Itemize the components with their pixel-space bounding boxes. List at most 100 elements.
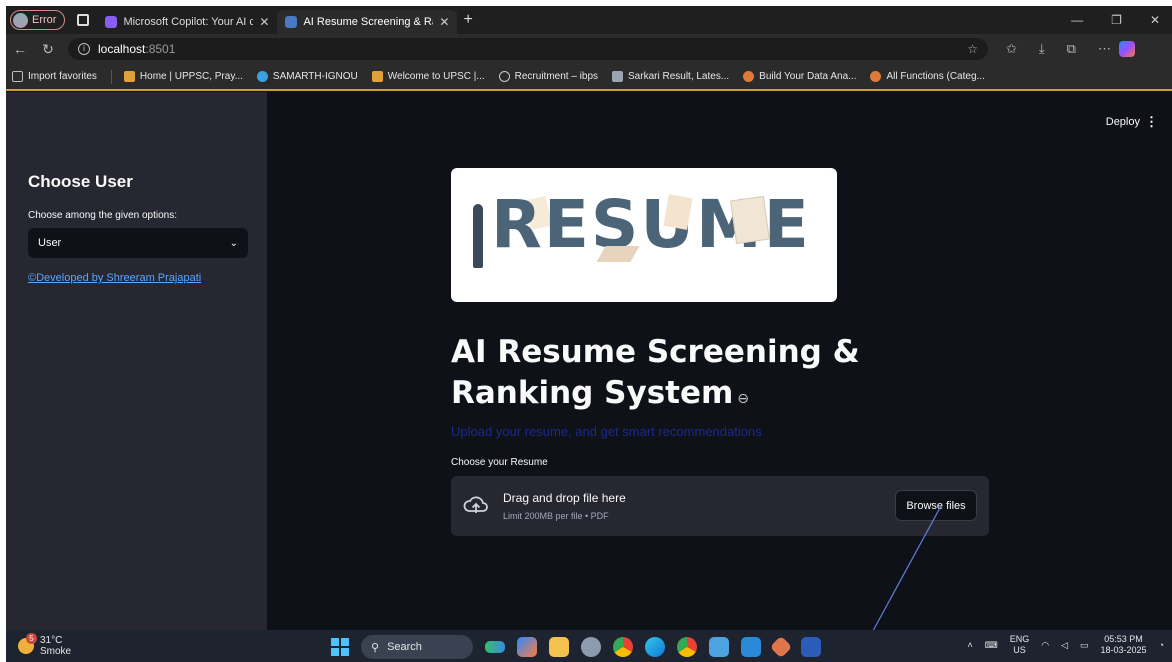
upload-label: Choose your Resume [451,457,548,468]
tab-title: AI Resume Screening & Ranking S [303,16,433,28]
dropzone-instruction: Drag and drop file here [503,491,626,505]
lang-code: ENG [1009,634,1030,644]
resume-banner-image: RESUME [451,168,837,302]
keyboard-icon[interactable]: ⌨ [985,640,998,651]
favorite-data-analyst[interactable]: Build Your Data Ana... [743,71,856,82]
streamlit-app: Choose User Choose among the given optio… [6,92,1172,630]
profile-button[interactable]: Error [10,10,66,30]
window-controls: — ❐ ✕ [1071,13,1172,27]
weather-text: 31°C Smoke [40,635,71,657]
language-indicator[interactable]: ENG US [1010,634,1030,656]
windows-start-icon[interactable] [331,638,349,656]
time: 05:53 PM [1104,634,1143,644]
user-select[interactable]: User ⌄ [28,228,248,258]
search-icon: ⚲ [371,641,380,654]
search-label: Search [387,641,422,653]
copilot-icon[interactable] [1118,41,1135,57]
flower-icon [743,71,755,82]
sidebar-title: Choose User [28,172,133,191]
favorite-star-icon[interactable]: ☆ [967,42,978,56]
copilot-app-icon[interactable] [517,637,537,657]
git-icon[interactable] [769,635,793,659]
link-anchor-icon[interactable]: ⊖ [737,391,749,407]
downloads-icon[interactable]: ⤓ [1039,41,1045,57]
favorite-label: Import favorites [28,71,97,82]
region-code: US [1013,645,1026,655]
favorite-ibps[interactable]: Recruitment – ibps [498,71,599,82]
edge-icon[interactable] [645,637,665,657]
chrome-profile-icon[interactable] [677,637,697,657]
chevron-up-icon[interactable]: ˄ [967,640,972,650]
settings-icon[interactable] [581,637,601,657]
divider [110,69,112,84]
upsc-icon [371,71,383,82]
page-title-text: AI Resume Screening & Ranking System [451,334,860,411]
address-bar-row: ← ↻ i localhost:8501 ☆ ✩ ⤓ ⧉ ⋯ [6,34,1172,64]
chrome-icon[interactable] [613,637,633,657]
tab-copilot[interactable]: Microsoft Copilot: Your AI compa ✕ [97,10,277,34]
tab-title: Microsoft Copilot: Your AI compa [123,16,254,28]
favorite-upsc[interactable]: Welcome to UPSC |... [371,71,485,82]
clock[interactable]: 05:53 PM 18-03-2025 [1101,634,1147,656]
person-graphic [473,204,483,268]
favorite-functions[interactable]: All Functions (Categ... [870,71,985,82]
browse-files-button[interactable]: Browse files [895,490,977,521]
favorite-label: SAMARTH-IGNOU [272,71,358,82]
weather-widget[interactable]: 5 31°C Smoke [18,633,71,657]
wifi-icon[interactable]: ◠ [1041,640,1049,651]
screen: Error Microsoft Copilot: Your AI compa ✕… [6,6,1172,662]
favorite-sarkari[interactable]: Sarkari Result, Lates... [612,71,729,82]
uppsc-icon [123,71,135,82]
notification-bell-icon[interactable]: ◔ [1159,640,1164,650]
battery-icon[interactable]: ▭ [1080,640,1089,651]
more-options-icon[interactable]: ⋯ [1098,41,1111,57]
word-icon[interactable] [801,637,821,657]
vscode-icon[interactable] [741,637,761,657]
favorite-samarth[interactable]: SAMARTH-IGNOU [256,71,358,82]
favorite-import[interactable]: Import favorites [12,71,97,82]
temperature: 31°C [40,635,63,646]
page-title: AI Resume Screening & Ranking System ⊖ [451,332,1011,420]
onedrive-icon[interactable] [485,641,505,653]
main-menu-icon[interactable]: ⋮ [1145,114,1158,130]
sidebar: Choose User Choose among the given optio… [6,92,267,630]
notification-badge: 5 [26,633,37,644]
system-tray: ˄ ⌨ ENG US ◠ ◁ ▭ 05:53 PM 18-03-2025 ◔ [967,634,1164,656]
screenshot-icon[interactable]: ⧉ [1067,41,1076,57]
url-host: localhost [98,42,146,56]
favorites-bar: Import favorites Home | UPPSC, Pray... S… [6,64,1172,91]
refresh-icon[interactable]: ↻ [34,41,62,58]
sarkari-icon [612,71,624,82]
minimize-icon[interactable]: — [1071,13,1083,27]
favorite-label: Recruitment – ibps [514,71,599,82]
favorite-label: All Functions (Categ... [886,71,985,82]
new-tab-button[interactable]: + [463,11,472,29]
taskbar-search[interactable]: ⚲ Search [361,635,473,659]
tab-actions-icon[interactable] [77,14,90,26]
file-dropzone[interactable]: Drag and drop file here Limit 200MB per … [451,476,989,536]
deploy-button[interactable]: Deploy [1106,116,1140,128]
date: 18-03-2025 [1100,645,1147,655]
close-tab-icon[interactable]: ✕ [439,15,449,29]
page-subtitle: Upload your resume, and get smart recomm… [451,424,762,439]
tab-resume-app[interactable]: AI Resume Screening & Ranking S ✕ [277,10,458,34]
favorite-uppsc[interactable]: Home | UPPSC, Pray... [123,71,243,82]
profile-status-label: Error [32,14,57,26]
restore-icon[interactable]: ❐ [1111,13,1122,27]
selected-value: User [38,237,62,249]
address-bar[interactable]: i localhost:8501 ☆ [68,38,988,60]
globe-icon [498,71,510,82]
weather-desc: Smoke [40,646,72,657]
developer-link[interactable]: ©Developed by Shreeram Prajapati [28,272,201,284]
back-arrow-icon[interactable]: ← [6,41,34,57]
import-icon [12,71,23,82]
notepad-icon[interactable] [709,637,729,657]
favorites-icon[interactable]: ✩ [1006,41,1017,57]
close-tab-icon[interactable]: ✕ [259,15,269,29]
close-window-icon[interactable]: ✕ [1150,13,1160,27]
site-info-icon[interactable]: i [78,43,90,55]
volume-icon[interactable]: ◁ [1061,640,1068,651]
file-explorer-icon[interactable] [549,637,569,657]
favorite-label: Sarkari Result, Lates... [628,71,730,82]
taskbar-apps: ⚲ Search [331,635,821,659]
